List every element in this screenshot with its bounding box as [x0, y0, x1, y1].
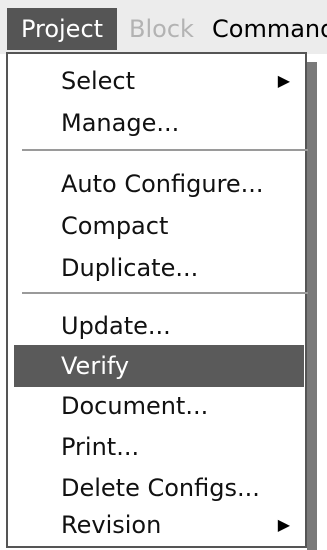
menu-item-select[interactable]: Select ▶ [14, 60, 304, 102]
menu-item-label: Revision [61, 511, 162, 539]
menu-item-label: Compact [61, 212, 169, 240]
menu-item-auto-configure[interactable]: Auto Configure... [14, 163, 304, 205]
menu-item-revision[interactable]: Revision ▶ [14, 504, 304, 546]
menu-item-label: Verify [61, 352, 130, 380]
menu-item-document[interactable]: Document... [14, 385, 304, 427]
submenu-arrow-icon: ▶ [277, 71, 290, 90]
menu-item-manage[interactable]: Manage... [14, 102, 304, 144]
menu-item-label: Manage... [61, 109, 180, 137]
submenu-arrow-icon: ▶ [277, 515, 290, 534]
menu-item-delete-configs[interactable]: Delete Configs... [14, 467, 304, 509]
menu-bar: Project Block Command [0, 0, 327, 54]
menu-item-label: Duplicate... [61, 254, 199, 282]
menu-item-label: Print... [61, 433, 140, 461]
menubar-command[interactable]: Command [212, 8, 327, 50]
menu-item-verify[interactable]: Verify [14, 345, 304, 387]
window-edge [317, 54, 327, 550]
dropdown-shadow [307, 62, 317, 550]
menu-item-label: Update... [61, 312, 171, 340]
menu-item-label: Select [61, 67, 136, 95]
menu-separator [22, 149, 308, 151]
menu-item-label: Document... [61, 392, 209, 420]
menu-item-label: Auto Configure... [61, 170, 264, 198]
menu-separator [22, 292, 308, 294]
menubar-project[interactable]: Project [7, 8, 117, 50]
menu-item-label: Delete Configs... [61, 474, 260, 502]
project-dropdown-menu: Select ▶ Manage... Auto Configure... Com… [6, 52, 308, 548]
menu-item-print[interactable]: Print... [14, 426, 304, 468]
menubar-block: Block [129, 15, 194, 43]
menu-item-update[interactable]: Update... [14, 305, 304, 347]
menu-item-duplicate[interactable]: Duplicate... [14, 247, 304, 289]
menu-item-compact[interactable]: Compact [14, 205, 304, 247]
